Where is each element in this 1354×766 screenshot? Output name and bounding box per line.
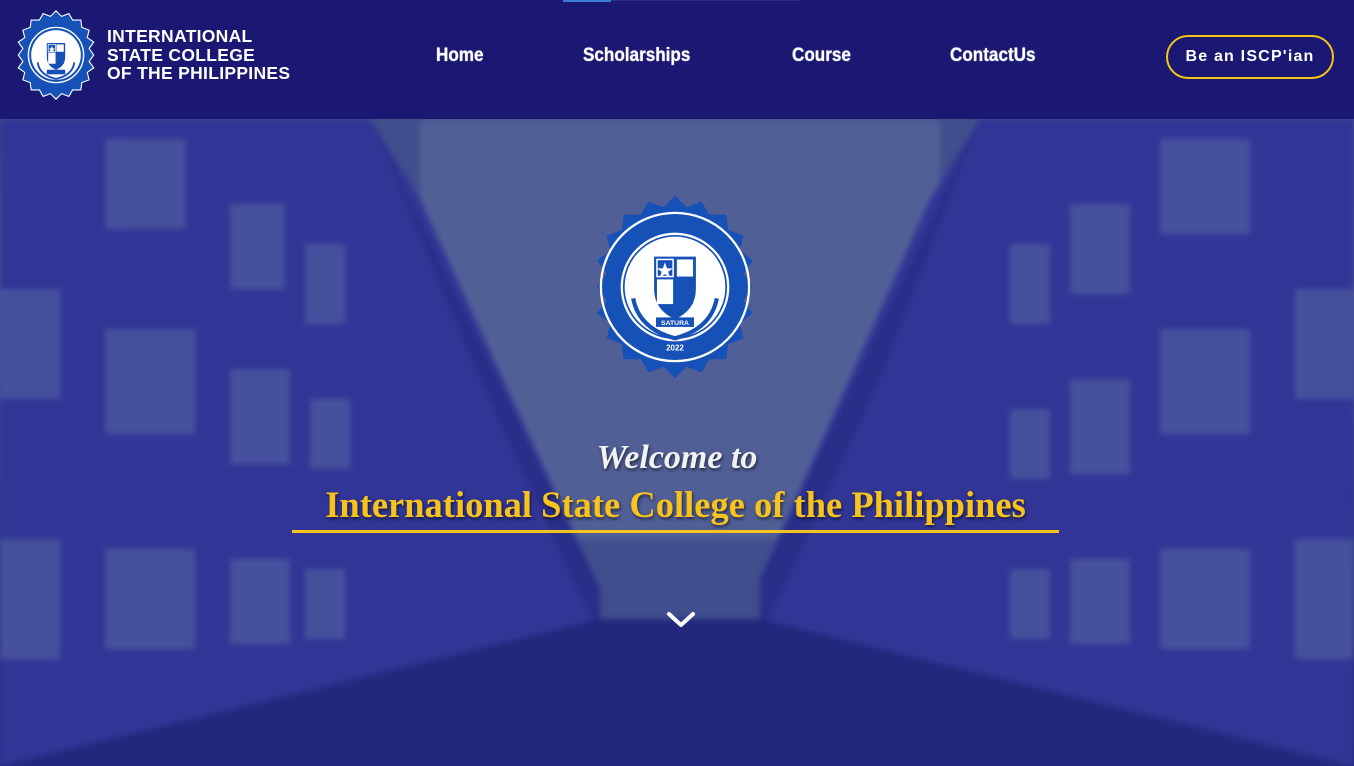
college-seal-icon: SATURA 2022: [597, 195, 753, 379]
title-underline: [292, 530, 1059, 533]
welcome-heading: Welcome to: [596, 439, 758, 476]
nav-course-link[interactable]: Course: [792, 45, 851, 67]
nav-scholarships-link[interactable]: Scholarships: [583, 45, 690, 67]
brand-line-1: INTERNATIONAL: [107, 26, 253, 47]
brand-line-3: OF THE PHILIPPINES: [107, 63, 291, 84]
brand-logo-link[interactable]: INTERNATIONAL STATE COLLEGE OF THE PHILI…: [10, 9, 290, 101]
seal-banner-text: SATURA: [661, 320, 689, 327]
hero-section: SATURA 2022 Welcome to International Sta…: [0, 119, 1354, 766]
brand-line-2: STATE COLLEGE: [107, 44, 256, 65]
chevron-down-icon[interactable]: [665, 609, 697, 631]
seal-year-text: 2022: [666, 344, 684, 353]
be-an-iscpian-button[interactable]: Be an ISCP'ian: [1166, 35, 1334, 79]
top-accent-bar: [563, 0, 611, 2]
college-seal-icon: [17, 10, 95, 100]
top-accent-line: [611, 0, 801, 1]
nav-contactus-link[interactable]: ContactUs: [950, 45, 1036, 67]
top-navbar: INTERNATIONAL STATE COLLEGE OF THE PHILI…: [0, 0, 1354, 119]
nav-home-link[interactable]: Home: [436, 45, 484, 67]
college-title-heading: International State College of the Phili…: [325, 484, 1026, 525]
